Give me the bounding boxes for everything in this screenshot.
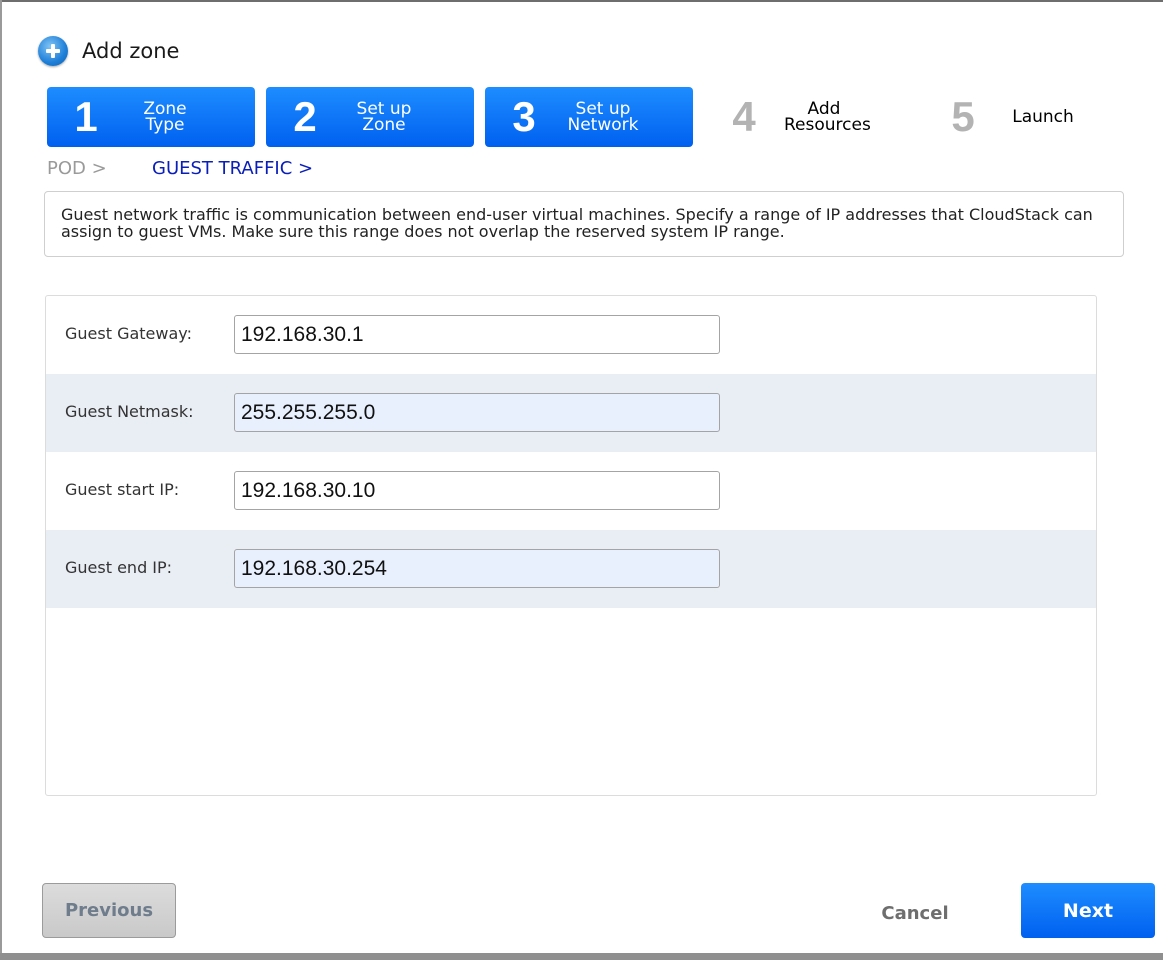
step-number: 5 [951,93,975,140]
description-box: Guest network traffic is communication b… [44,191,1124,257]
guest-gateway-input[interactable]: 192.168.30.1 [234,315,720,354]
breadcrumb-pod: POD > [47,158,107,179]
step-setup-network: 3 Set up Network [485,87,693,147]
window-left-border [0,0,2,960]
cancel-button[interactable]: Cancel [870,898,960,928]
step-number: 3 [512,93,536,140]
previous-button[interactable]: Previous [42,883,176,938]
wizard-steps: 1 Zone Type 2 Set up Zone 3 Set up Netwo… [47,87,1127,147]
guest-start-ip-label: Guest start IP: [65,480,180,499]
form-row-guest-end-ip: Guest end IP: 192.168.30.254 [46,530,1096,608]
guest-end-ip-label: Guest end IP: [65,558,173,577]
dialog-title: Add zone [82,39,180,63]
breadcrumb-guest-traffic: GUEST TRAFFIC > [152,158,314,179]
window-top-border [0,0,1163,2]
step-number: 4 [732,93,756,140]
step-zone-type: 1 Zone Type [47,87,255,147]
add-circle-icon [38,36,68,66]
dialog-header: Add zone [38,34,179,68]
step-label: Zone Type [143,99,187,135]
step-number: 2 [293,93,317,140]
form-row-guest-gateway: Guest Gateway: 192.168.30.1 [46,296,1096,374]
description-text: Guest network traffic is communication b… [61,205,1093,241]
guest-traffic-form: Guest Gateway: 192.168.30.1 Guest Netmas… [45,295,1097,796]
guest-netmask-label: Guest Netmask: [65,402,194,421]
step-label: Set up Network [567,99,639,135]
guest-gateway-label: Guest Gateway: [65,324,192,343]
step-label: Launch [1012,107,1074,127]
form-row-guest-netmask: Guest Netmask: 255.255.255.0 [46,374,1096,452]
step-label: Add Resources [784,99,871,135]
step-number: 1 [74,93,98,140]
step-add-resources: 4 Add Resources [704,87,904,147]
guest-start-ip-input[interactable]: 192.168.30.10 [234,471,720,510]
guest-end-ip-input[interactable]: 192.168.30.254 [234,549,720,588]
form-row-guest-start-ip: Guest start IP: 192.168.30.10 [46,452,1096,530]
step-setup-zone: 2 Set up Zone [266,87,474,147]
window-bottom-border [0,953,1163,960]
step-launch: 5 Launch [923,87,1123,147]
breadcrumb: POD > GUEST TRAFFIC > [47,158,313,179]
next-button[interactable]: Next [1021,883,1155,938]
step-label: Set up Zone [356,99,412,135]
guest-netmask-input[interactable]: 255.255.255.0 [234,393,720,432]
